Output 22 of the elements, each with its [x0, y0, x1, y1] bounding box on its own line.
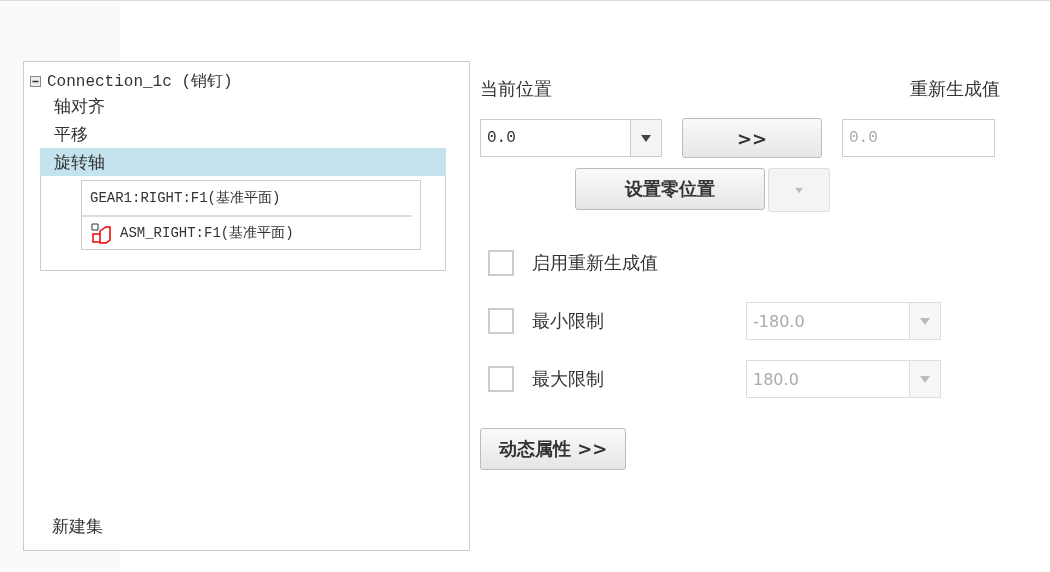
dynamic-properties-button[interactable]: 动态属性 >> — [480, 428, 627, 470]
checkbox-label: 最大限制 — [532, 367, 605, 391]
copy-button[interactable]: >> — [682, 118, 822, 158]
tree-item[interactable]: 平移 — [24, 120, 469, 148]
collapse-icon[interactable] — [30, 75, 41, 87]
set-zero-button[interactable]: 设置零位置 — [575, 168, 765, 210]
checkbox-label: 启用重新生成值 — [532, 251, 659, 275]
dropdown-arrow-icon — [640, 133, 652, 143]
checkbox-label: 最小限制 — [532, 309, 605, 333]
position-field[interactable]: 0.0 — [480, 119, 630, 157]
tree-item[interactable]: 旋转轴 — [40, 148, 446, 176]
regen-value-label: 重新生成值 — [910, 77, 1000, 101]
dropdown-arrow-icon — [794, 186, 804, 194]
current-position-label: 当前位置 — [480, 77, 552, 101]
checkbox[interactable] — [488, 250, 514, 276]
tree-item[interactable]: 轴对齐 — [24, 92, 469, 120]
part-icon — [90, 222, 112, 244]
dropdown-arrow-icon — [919, 316, 931, 326]
dropdown-button[interactable] — [630, 119, 662, 157]
new-set-link[interactable]: 新建集 — [52, 515, 103, 538]
tree-item[interactable]: Connection_1c (销钉) — [47, 70, 233, 92]
dropdown-arrow-icon — [919, 374, 931, 384]
